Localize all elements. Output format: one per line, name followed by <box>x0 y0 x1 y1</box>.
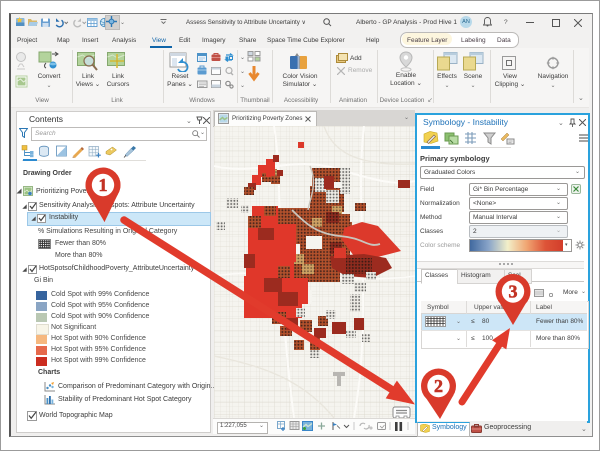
svg-text:2: 2 <box>434 376 443 396</box>
svg-text:3: 3 <box>509 282 518 302</box>
svg-text:1: 1 <box>99 175 108 195</box>
